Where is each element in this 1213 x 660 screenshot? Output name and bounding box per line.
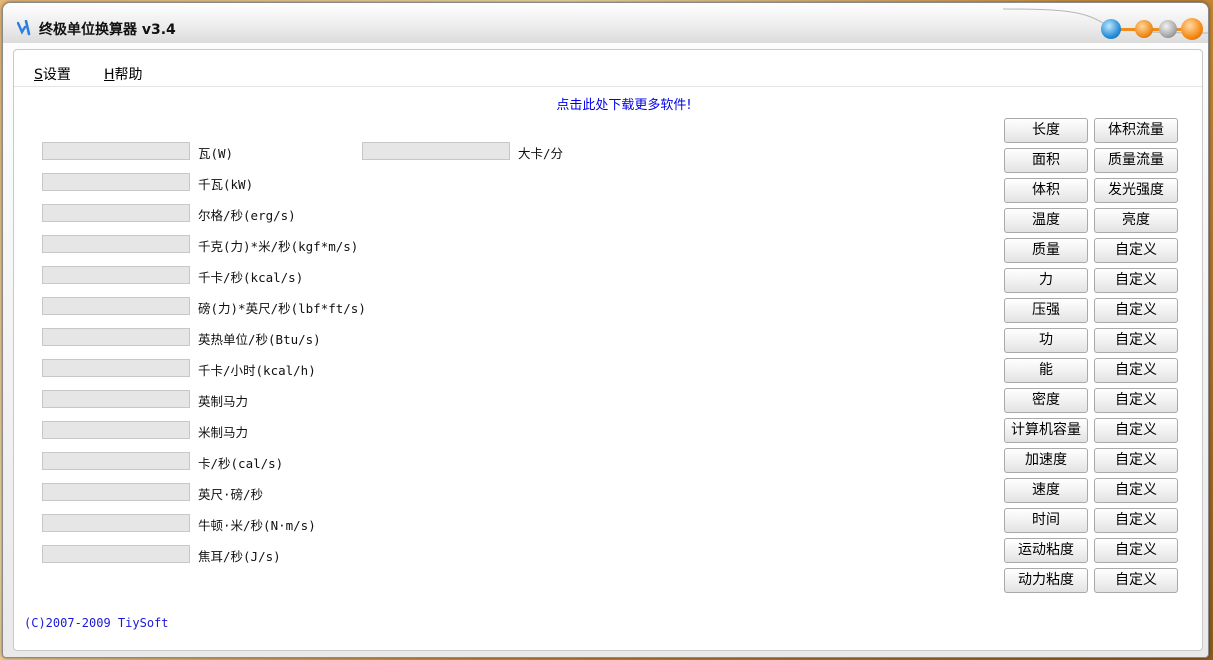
unit-label: 尔格/秒(erg/s) [198,208,296,223]
menu-help-label: 帮助 [114,67,143,83]
category-button-force[interactable]: 力 [1004,268,1088,293]
value-input[interactable] [42,421,190,439]
minimize-icon[interactable] [1135,20,1153,38]
unit-label: 英尺·磅/秒 [198,487,264,502]
category-button-mass[interactable]: 质量 [1004,238,1088,263]
value-input[interactable] [42,297,190,315]
category-button-custom[interactable]: 自定义 [1094,538,1178,563]
maximize-icon[interactable] [1159,20,1177,38]
category-button-custom[interactable]: 自定义 [1094,388,1178,413]
value-input[interactable] [42,173,190,191]
category-button-energy[interactable]: 能 [1004,358,1088,383]
category-button-custom[interactable]: 自定义 [1094,478,1178,503]
category-button-speed[interactable]: 速度 [1004,478,1088,503]
category-button-mass-flow[interactable]: 质量流量 [1094,148,1178,173]
menu-settings-key: S [34,67,43,83]
category-button-volume[interactable]: 体积 [1004,178,1088,203]
value-input[interactable] [42,545,190,563]
copyright-text: (C)2007-2009 TiySoft [24,616,169,630]
category-button-custom[interactable]: 自定义 [1094,328,1178,353]
title-bar[interactable]: 终极单位换算器 v3.4 [3,3,1208,43]
unit-label: 磅(力)*英尺/秒(lbf*ft/s) [198,301,366,316]
unit-label: 千克(力)*米/秒(kgf*m/s) [198,239,359,254]
category-button-luminous-intensity[interactable]: 发光强度 [1094,178,1178,203]
value-input[interactable] [42,328,190,346]
value-input[interactable] [42,142,190,160]
value-input[interactable] [42,452,190,470]
category-button-custom[interactable]: 自定义 [1094,568,1178,593]
unit-label: 千卡/秒(kcal/s) [198,270,304,285]
app-window: 终极单位换算器 v3.4 S设置 H帮助 点击此处下载更多软件! 瓦(W) 千瓦… [2,2,1209,658]
menu-help[interactable]: H帮助 [104,64,143,84]
value-input[interactable] [42,359,190,377]
unit-label: 千瓦(kW) [198,177,254,192]
category-button-custom[interactable]: 自定义 [1094,508,1178,533]
category-button-time[interactable]: 时间 [1004,508,1088,533]
value-input[interactable] [42,204,190,222]
menu-help-key: H [104,67,115,83]
window-title: 终极单位换算器 v3.4 [39,22,176,38]
category-button-custom[interactable]: 自定义 [1094,358,1178,383]
value-input[interactable] [42,266,190,284]
category-button-volume-flow[interactable]: 体积流量 [1094,118,1178,143]
category-button-custom[interactable]: 自定义 [1094,418,1178,443]
category-button-density[interactable]: 密度 [1004,388,1088,413]
client-area: S设置 H帮助 点击此处下载更多软件! 瓦(W) 千瓦(kW) 尔格/秒(erg… [13,49,1203,651]
value-input[interactable] [362,142,510,160]
unit-label: 千卡/小时(kcal/h) [198,363,316,378]
unit-label: 大卡/分 [518,146,564,161]
category-button-luminance[interactable]: 亮度 [1094,208,1178,233]
category-button-pressure[interactable]: 压强 [1004,298,1088,323]
category-button-storage[interactable]: 计算机容量 [1004,418,1088,443]
category-button-custom[interactable]: 自定义 [1094,448,1178,473]
menu-bar: S设置 H帮助 [14,50,1202,87]
category-button-custom[interactable]: 自定义 [1094,238,1178,263]
category-button-length[interactable]: 长度 [1004,118,1088,143]
app-logo-icon [17,20,31,36]
close-icon[interactable] [1181,18,1203,40]
unit-label: 瓦(W) [198,146,234,161]
category-button-work[interactable]: 功 [1004,328,1088,353]
skin-icon[interactable] [1101,19,1121,39]
unit-label: 英制马力 [198,394,249,409]
unit-label: 焦耳/秒(J/s) [198,549,281,564]
unit-label: 卡/秒(cal/s) [198,456,284,471]
menu-settings-label: 设置 [42,67,71,83]
unit-label: 米制马力 [198,425,249,440]
category-button-custom[interactable]: 自定义 [1094,268,1178,293]
category-button-custom[interactable]: 自定义 [1094,298,1178,323]
download-link-text: 点击此处下载更多软件! [556,98,692,113]
category-button-temperature[interactable]: 温度 [1004,208,1088,233]
menu-settings[interactable]: S设置 [34,64,71,84]
download-more-link[interactable]: 点击此处下载更多软件! [14,94,1202,113]
category-button-area[interactable]: 面积 [1004,148,1088,173]
unit-label: 英热单位/秒(Btu/s) [198,332,321,347]
value-input[interactable] [42,514,190,532]
value-input[interactable] [42,390,190,408]
value-input[interactable] [42,483,190,501]
unit-label: 牛顿·米/秒(N·m/s) [198,518,316,533]
category-button-acceleration[interactable]: 加速度 [1004,448,1088,473]
category-button-dynamic-viscosity[interactable]: 动力粘度 [1004,568,1088,593]
category-button-kinematic-viscosity[interactable]: 运动粘度 [1004,538,1088,563]
value-input[interactable] [42,235,190,253]
